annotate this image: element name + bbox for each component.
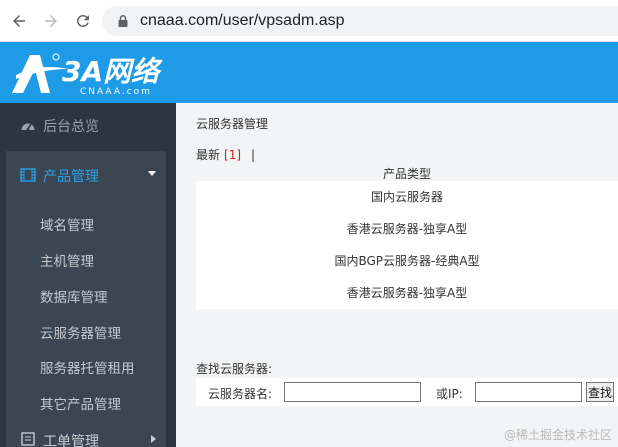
forward-button[interactable] xyxy=(38,8,64,34)
sidebar-item-label: 产品管理 xyxy=(43,169,99,185)
filter-latest-count-link[interactable]: [1] xyxy=(224,148,241,162)
ticket-icon xyxy=(21,432,35,446)
sidebar-item-label: 后台总览 xyxy=(43,119,99,135)
sidebar-group-products: 产品管理 域名管理 主机管理 数据库管理 云服务器管理 服务器托管租用 其它产品… xyxy=(6,151,166,447)
list-item[interactable]: 国内BGP云服务器-经典A型 xyxy=(196,245,618,277)
filter-latest-label: 最新 xyxy=(196,148,221,162)
column-header-product-type: 产品类型 xyxy=(382,167,431,181)
sidebar-item-tickets[interactable]: 工单管理 xyxy=(0,425,176,447)
forward-arrow-icon xyxy=(45,15,57,27)
product-type-list: 国内云服务器 香港云服务器-独享A型 国内BGP云服务器-经典A型 香港云服务器… xyxy=(196,181,618,309)
sidebar-item-products[interactable]: 产品管理 xyxy=(6,151,166,199)
sidebar-subitem-cloud-server[interactable]: 云服务器管理 xyxy=(40,322,121,342)
sidebar-subitem-colocation[interactable]: 服务器托管租用 xyxy=(40,357,135,377)
ip-input[interactable] xyxy=(475,382,582,402)
chevron-right-icon xyxy=(151,435,156,443)
reload-button[interactable] xyxy=(70,8,96,34)
filter-separator: | xyxy=(251,148,256,162)
page-title: 云服务器管理 xyxy=(196,117,269,131)
sidebar-item-label: 工单管理 xyxy=(43,434,99,447)
logo[interactable]: 3A网络 CNAAA.com xyxy=(10,49,180,97)
logo-main-text: 3A网络 xyxy=(62,55,163,88)
url-text: cnaaa.com/user/vpsadm.asp xyxy=(140,12,345,29)
film-icon xyxy=(20,168,36,182)
list-item[interactable]: 国内云服务器 xyxy=(196,181,618,213)
browser-toolbar: cnaaa.com/user/vpsadm.asp xyxy=(0,0,618,42)
address-bar[interactable]: cnaaa.com/user/vpsadm.asp xyxy=(102,6,618,36)
sidebar: 后台总览 产品管理 域名管理 主机管理 数据库管理 云服务器管理 服务器托管租用… xyxy=(0,103,176,447)
search-form: 云服务器名: 或IP: 查找 xyxy=(196,378,618,406)
ip-label: 或IP: xyxy=(436,387,463,401)
watermark: @稀土掘金技术社区 xyxy=(503,428,612,442)
dashboard-icon xyxy=(21,123,35,131)
sidebar-subitem-database[interactable]: 数据库管理 xyxy=(40,286,108,306)
back-arrow-icon xyxy=(13,15,25,27)
sidebar-subitem-hosting[interactable]: 主机管理 xyxy=(40,250,94,270)
search-section-label: 查找云服务器: xyxy=(196,362,273,376)
search-button[interactable]: 查找 xyxy=(586,382,614,402)
server-name-input[interactable] xyxy=(284,382,421,402)
list-item[interactable]: 香港云服务器-独享A型 xyxy=(196,213,618,245)
list-item[interactable]: 香港云服务器-独享A型 xyxy=(196,277,618,309)
lock-icon xyxy=(118,15,128,27)
filter-row: 最新 [1] | xyxy=(196,146,255,163)
sidebar-subitem-domains[interactable]: 域名管理 xyxy=(40,214,94,234)
sidebar-subitem-other-products[interactable]: 其它产品管理 xyxy=(40,393,121,413)
logo-sub-text: CNAAA.com xyxy=(80,87,152,97)
reload-icon xyxy=(76,14,89,27)
chevron-down-icon xyxy=(148,171,156,176)
back-button[interactable] xyxy=(6,8,32,34)
server-name-label: 云服务器名: xyxy=(208,387,273,401)
sidebar-item-dashboard[interactable]: 后台总览 xyxy=(0,103,176,149)
site-header: 3A网络 CNAAA.com xyxy=(0,42,618,103)
main-content: 云服务器管理 最新 [1] | 产品类型 国内云服务器 香港云服务器-独享A型 国内… xyxy=(176,103,618,447)
